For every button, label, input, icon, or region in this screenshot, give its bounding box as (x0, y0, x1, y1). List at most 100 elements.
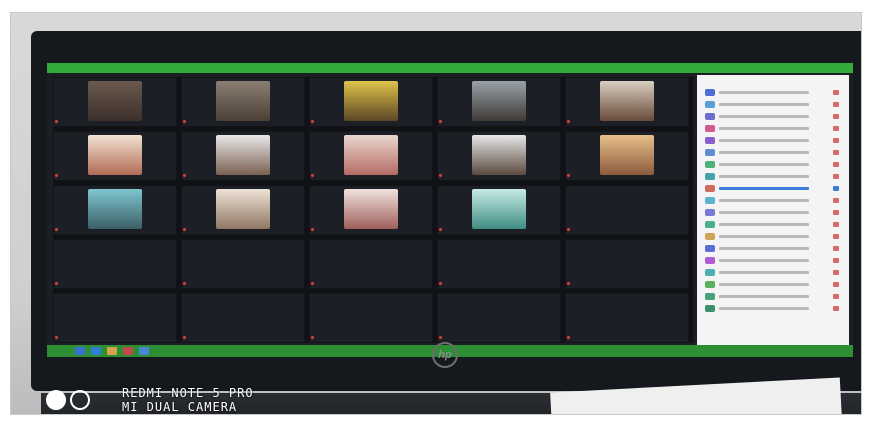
participant-tile[interactable] (437, 293, 561, 343)
avatar (705, 185, 715, 192)
participant-list-item[interactable] (705, 245, 843, 253)
participant-list-item[interactable] (705, 149, 843, 157)
participant-video (344, 81, 398, 121)
muted-mic-icon (311, 282, 314, 285)
avatar (705, 221, 715, 228)
participant-list-item[interactable] (705, 113, 843, 121)
participant-tile[interactable] (309, 185, 433, 235)
avatar (705, 197, 715, 204)
muted-mic-icon (439, 282, 442, 285)
camera-logo-icon (46, 390, 96, 410)
participant-video (344, 189, 398, 229)
participant-list-item[interactable] (705, 269, 843, 277)
participant-list-item[interactable] (705, 125, 843, 133)
video-gallery (53, 77, 693, 343)
participant-tile[interactable] (309, 77, 433, 127)
participant-list-item[interactable] (705, 305, 843, 313)
avatar (705, 101, 715, 108)
participant-list-item[interactable] (705, 101, 843, 109)
muted-mic-icon (439, 336, 442, 339)
participant-tile[interactable] (181, 131, 305, 181)
participant-tile[interactable] (181, 239, 305, 289)
muted-mic-icon (55, 120, 58, 123)
participant-tile[interactable] (181, 185, 305, 235)
participant-list-item[interactable] (705, 197, 843, 205)
participant-tile[interactable] (565, 77, 689, 127)
muted-mic-icon (833, 270, 839, 275)
muted-mic-icon (833, 222, 839, 227)
avatar (705, 209, 715, 216)
muted-mic-icon (439, 228, 442, 231)
participant-list-item[interactable] (705, 209, 843, 217)
muted-mic-icon (567, 336, 570, 339)
muted-mic-icon (311, 228, 314, 231)
muted-mic-icon (833, 210, 839, 215)
folder-icon[interactable] (107, 347, 117, 355)
participant-video (216, 189, 270, 229)
participant-list-item[interactable] (705, 221, 843, 229)
avatar (705, 173, 715, 180)
participant-tile[interactable] (437, 239, 561, 289)
avatar (705, 269, 715, 276)
photo-of-laptop-screen: hp REDMI NOTE 5 PRO MI DUAL CAMERA (0, 0, 869, 426)
participant-video (600, 135, 654, 175)
participant-tile[interactable] (309, 131, 433, 181)
muted-mic-icon (183, 228, 186, 231)
muted-mic-icon (833, 114, 839, 119)
watermark-device: REDMI NOTE 5 PRO (122, 386, 254, 400)
participant-list-item[interactable] (705, 137, 843, 145)
participant-list-item[interactable] (705, 173, 843, 181)
participant-tile[interactable] (565, 293, 689, 343)
participant-list-item[interactable] (705, 257, 843, 265)
start-icon[interactable] (75, 347, 85, 355)
participant-tile[interactable] (53, 293, 177, 343)
participant-tile[interactable] (565, 239, 689, 289)
zoom-icon[interactable] (139, 347, 149, 355)
participant-tile[interactable] (309, 239, 433, 289)
participant-tile[interactable] (565, 185, 689, 235)
avatar (705, 257, 715, 264)
participant-list-item[interactable] (705, 293, 843, 301)
participants-panel (697, 75, 849, 345)
muted-mic-icon (833, 234, 839, 239)
muted-mic-icon (183, 174, 186, 177)
avatar (705, 281, 715, 288)
participant-list-item[interactable] (705, 233, 843, 241)
participant-list-item[interactable] (705, 281, 843, 289)
muted-mic-icon (833, 90, 839, 95)
browser-icon[interactable] (91, 347, 101, 355)
participant-video (88, 135, 142, 175)
hp-logo: hp (432, 342, 458, 368)
participant-tile[interactable] (437, 131, 561, 181)
participant-list-item[interactable] (705, 185, 843, 193)
participant-tile[interactable] (53, 185, 177, 235)
avatar (705, 305, 715, 312)
muted-mic-icon (183, 282, 186, 285)
participant-list-item[interactable] (705, 161, 843, 169)
participant-list-item[interactable] (705, 89, 843, 97)
app-icon[interactable] (123, 347, 133, 355)
muted-mic-icon (567, 120, 570, 123)
participant-tile[interactable] (437, 185, 561, 235)
participant-video (88, 189, 142, 229)
participant-tile[interactable] (53, 131, 177, 181)
muted-mic-icon (55, 174, 58, 177)
muted-mic-icon (833, 198, 839, 203)
avatar (705, 245, 715, 252)
participant-tile[interactable] (53, 239, 177, 289)
participant-tile[interactable] (309, 293, 433, 343)
muted-mic-icon (183, 336, 186, 339)
participant-tile[interactable] (565, 131, 689, 181)
participant-tile[interactable] (437, 77, 561, 127)
avatar (705, 149, 715, 156)
muted-mic-icon (567, 174, 570, 177)
avatar (705, 293, 715, 300)
participant-video (472, 135, 526, 175)
meeting-title-bar (47, 63, 853, 73)
participant-tile[interactable] (181, 293, 305, 343)
participant-tile[interactable] (181, 77, 305, 127)
muted-mic-icon (833, 282, 839, 287)
participant-tile[interactable] (53, 77, 177, 127)
participant-video (600, 81, 654, 121)
watermark-camera: MI DUAL CAMERA (122, 400, 238, 414)
